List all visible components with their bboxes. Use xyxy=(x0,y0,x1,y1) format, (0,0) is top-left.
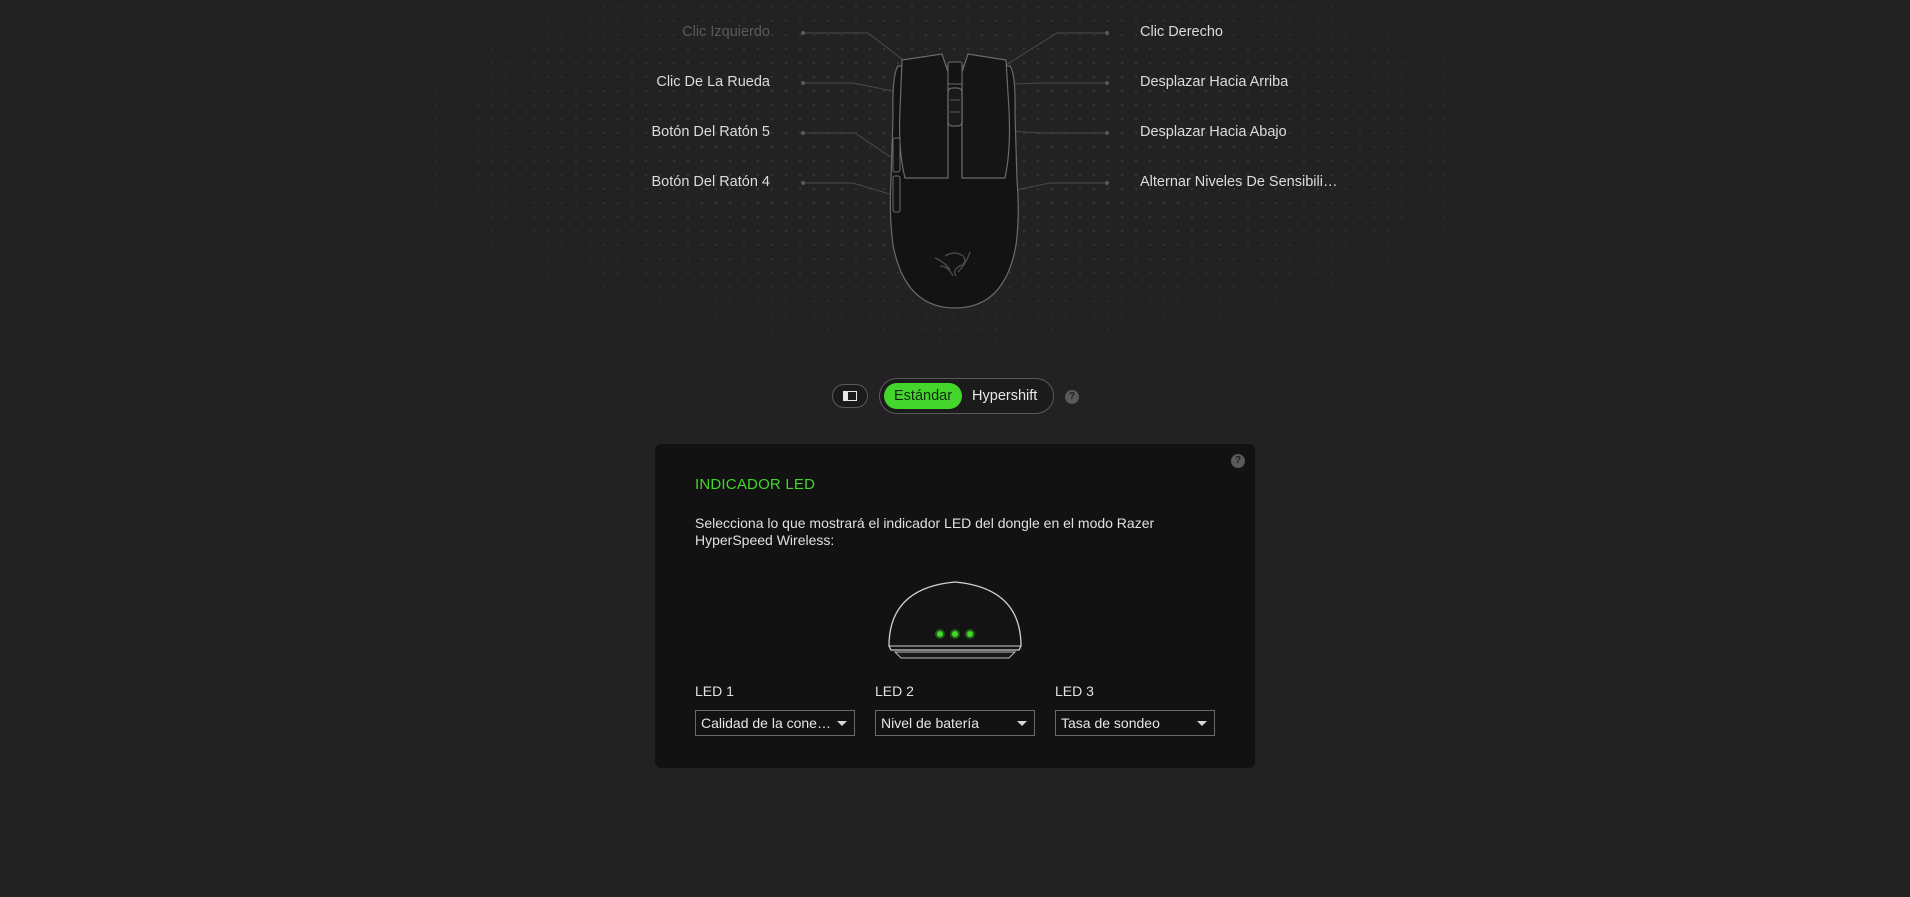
led-3-dropdown[interactable]: Tasa de sondeo xyxy=(1055,710,1215,736)
mode-option-hypershift[interactable]: Hypershift xyxy=(962,383,1047,409)
button-label-scroll-down[interactable]: Desplazar Hacia Abajo xyxy=(1140,123,1287,141)
mode-switch: Estándar Hypershift xyxy=(879,378,1054,414)
dongle-icon xyxy=(888,581,1022,659)
led-1-label: LED 1 xyxy=(695,683,734,699)
button-label-sensitivity-toggle[interactable]: Alternar Niveles De Sensibilidad xyxy=(1140,173,1345,191)
button-label-mouse-button-4[interactable]: Botón Del Ratón 4 xyxy=(510,173,771,191)
mode-option-standard[interactable]: Estándar xyxy=(884,383,963,409)
led-indicator-card: ? INDICADOR LED Selecciona lo que mostra… xyxy=(655,444,1255,768)
sidebar-panel-icon xyxy=(843,391,857,401)
button-label-mouse-button-5[interactable]: Botón Del Ratón 5 xyxy=(510,123,771,141)
question-icon[interactable]: ? xyxy=(1231,454,1245,468)
button-label-left-click[interactable]: Clic Izquierdo xyxy=(510,23,770,41)
chevron-down-icon xyxy=(1197,721,1207,726)
card-description: Selecciona lo que mostrará el indicador … xyxy=(695,515,1155,548)
button-label-scroll-up[interactable]: Desplazar Hacia Arriba xyxy=(1140,73,1288,91)
led-1-value: Calidad de la conexión xyxy=(701,715,834,731)
led-2-dropdown[interactable]: Nivel de batería xyxy=(875,710,1035,736)
button-label-wheel-click[interactable]: Clic De La Rueda xyxy=(510,73,770,91)
card-title: INDICADOR LED xyxy=(695,476,816,493)
led-2-label: LED 2 xyxy=(875,683,914,699)
led-3-setting: LED 3 Tasa de sondeo xyxy=(1055,683,1215,736)
razer-synapse-customize-view: Clic Izquierdo Clic De La Rueda Botón De… xyxy=(0,0,1910,897)
led-2-value: Nivel de batería xyxy=(881,715,980,731)
chevron-down-icon xyxy=(1017,721,1027,726)
led-1-setting: LED 1 Calidad de la conexión xyxy=(695,683,855,736)
panel-toggle-button[interactable] xyxy=(832,384,868,408)
button-label-right-click[interactable]: Clic Derecho xyxy=(1140,23,1223,41)
led-3-label: LED 3 xyxy=(1055,683,1094,699)
led-3-value: Tasa de sondeo xyxy=(1061,715,1160,731)
led-1-dropdown[interactable]: Calidad de la conexión xyxy=(695,710,855,736)
chevron-down-icon xyxy=(837,721,847,726)
question-icon[interactable]: ? xyxy=(1065,390,1079,404)
led-2-setting: LED 2 Nivel de batería xyxy=(875,683,1035,736)
mouse-illustration xyxy=(801,31,1109,309)
